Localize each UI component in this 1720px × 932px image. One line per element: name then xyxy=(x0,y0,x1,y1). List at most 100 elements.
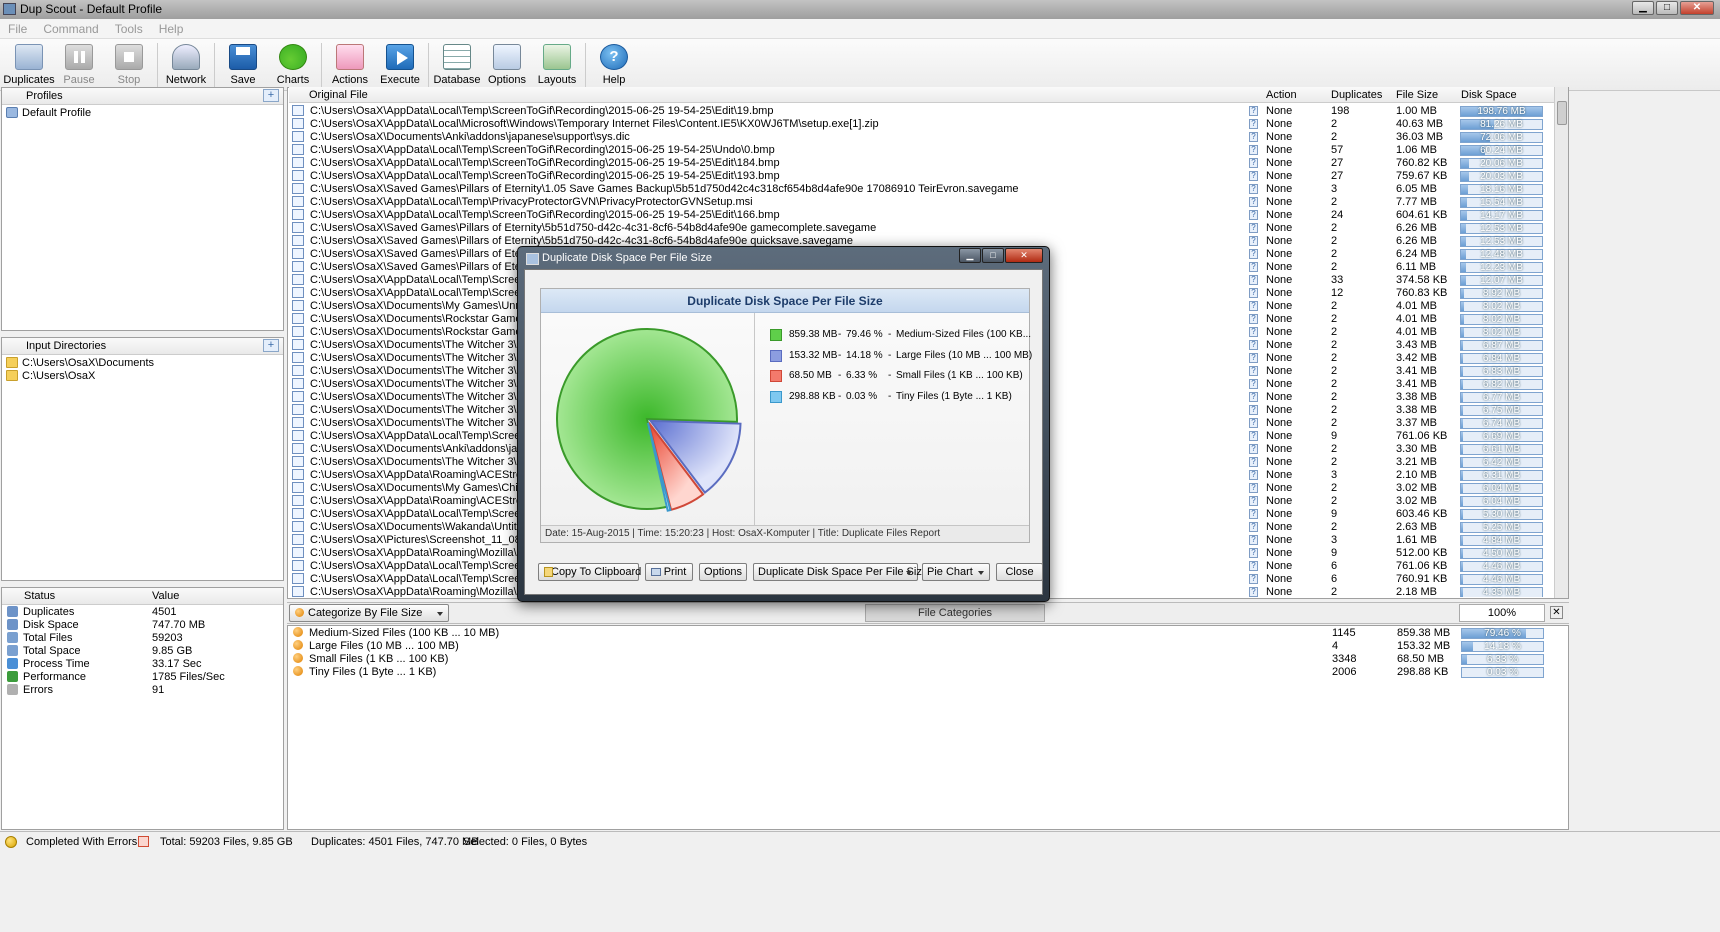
status-row[interactable]: Total Files 59203 xyxy=(2,632,283,645)
action-help-icon[interactable]: ? xyxy=(1249,184,1258,194)
action-help-icon[interactable]: ? xyxy=(1249,223,1258,233)
percent-filter[interactable]: 100% xyxy=(1459,604,1545,622)
action-help-icon[interactable]: ? xyxy=(1249,496,1258,506)
action-help-icon[interactable]: ? xyxy=(1249,314,1258,324)
file-action[interactable]: None xyxy=(1266,118,1292,131)
stop-button[interactable]: Stop xyxy=(104,39,154,91)
maximize-button[interactable]: □ xyxy=(1656,1,1678,15)
status-column-header[interactable]: Status xyxy=(24,588,55,604)
minimize-button[interactable]: ▁ xyxy=(1632,1,1654,15)
file-action[interactable]: None xyxy=(1266,144,1292,157)
file-action[interactable]: None xyxy=(1266,586,1292,597)
menu-tools[interactable]: Tools xyxy=(107,19,151,38)
file-action[interactable]: None xyxy=(1266,456,1292,469)
action-help-icon[interactable]: ? xyxy=(1249,132,1258,142)
options-button[interactable]: Options xyxy=(482,39,532,91)
profile-item[interactable]: Default Profile xyxy=(6,107,283,120)
file-action[interactable]: None xyxy=(1266,183,1292,196)
file-action[interactable]: None xyxy=(1266,352,1292,365)
original-file-column-header[interactable]: Original File xyxy=(309,89,368,101)
file-row[interactable]: C:\Users\OsaX\AppData\Local\Temp\Privacy… xyxy=(289,196,1554,209)
action-help-icon[interactable]: ? xyxy=(1249,509,1258,519)
action-help-icon[interactable]: ? xyxy=(1249,561,1258,571)
duplicates-column-header[interactable]: Duplicates xyxy=(1331,89,1382,101)
file-row[interactable]: C:\Users\OsaX\AppData\Local\Temp\ScreenT… xyxy=(289,157,1554,170)
category-row[interactable]: Large Files (10 MB ... 100 MB) 4 153.32 MB… xyxy=(288,640,1568,653)
action-help-icon[interactable]: ? xyxy=(1249,535,1258,545)
file-action[interactable]: None xyxy=(1266,469,1292,482)
file-row[interactable]: C:\Users\OsaX\Saved Games\Pillars of Ete… xyxy=(289,222,1554,235)
error-log-icon[interactable] xyxy=(138,836,149,847)
action-help-icon[interactable]: ? xyxy=(1249,483,1258,493)
file-action[interactable]: None xyxy=(1266,313,1292,326)
file-action[interactable]: None xyxy=(1266,573,1292,586)
category-row[interactable]: Medium-Sized Files (100 KB ... 10 MB) 114… xyxy=(288,627,1568,640)
file-action[interactable]: None xyxy=(1266,209,1292,222)
file-row[interactable]: C:\Users\OsaX\AppData\Local\Temp\ScreenT… xyxy=(289,144,1554,157)
menu-file[interactable]: File xyxy=(0,19,35,38)
action-help-icon[interactable]: ? xyxy=(1249,418,1258,428)
file-row[interactable]: C:\Users\OsaX\AppData\Local\Temp\ScreenT… xyxy=(289,170,1554,183)
action-help-icon[interactable]: ? xyxy=(1249,288,1258,298)
file-row[interactable]: C:\Users\OsaX\AppData\Local\Temp\ScreenT… xyxy=(289,209,1554,222)
action-help-icon[interactable]: ? xyxy=(1249,431,1258,441)
close-categories-button[interactable]: ✕ xyxy=(1550,606,1563,619)
file-action[interactable]: None xyxy=(1266,534,1292,547)
action-help-icon[interactable]: ? xyxy=(1249,210,1258,220)
directory-item[interactable]: C:\Users\OsaX\Documents xyxy=(6,357,283,370)
pause-button[interactable]: Pause xyxy=(54,39,104,91)
action-help-icon[interactable]: ? xyxy=(1249,379,1258,389)
help-button[interactable]: ? Help xyxy=(589,39,639,91)
action-help-icon[interactable]: ? xyxy=(1249,249,1258,259)
file-action[interactable]: None xyxy=(1266,482,1292,495)
file-action[interactable]: None xyxy=(1266,430,1292,443)
report-type-select[interactable]: Duplicate Disk Space Per File Size xyxy=(753,563,928,581)
file-action[interactable]: None xyxy=(1266,105,1292,118)
charts-button[interactable]: Charts xyxy=(268,39,318,91)
copy-to-clipboard-button[interactable]: Copy To Clipboard xyxy=(538,563,641,581)
action-help-icon[interactable]: ? xyxy=(1249,106,1258,116)
dialog-maximize-button[interactable]: □ xyxy=(982,248,1004,263)
file-action[interactable]: None xyxy=(1266,248,1292,261)
file-action[interactable]: None xyxy=(1266,560,1292,573)
status-row[interactable]: Disk Space 747.70 MB xyxy=(2,619,283,632)
database-button[interactable]: Database xyxy=(432,39,482,91)
execute-button[interactable]: Execute xyxy=(375,39,425,91)
disk-space-column-header[interactable]: Disk Space xyxy=(1461,89,1517,101)
menu-command[interactable]: Command xyxy=(35,19,106,38)
file-list-scrollbar[interactable] xyxy=(1554,87,1568,598)
dialog-options-button[interactable]: Options xyxy=(699,563,747,581)
add-directory-button[interactable]: + xyxy=(263,339,279,352)
file-action[interactable]: None xyxy=(1266,274,1292,287)
action-help-icon[interactable]: ? xyxy=(1249,470,1258,480)
add-profile-button[interactable]: + xyxy=(263,89,279,102)
file-action[interactable]: None xyxy=(1266,170,1292,183)
action-help-icon[interactable]: ? xyxy=(1249,392,1258,402)
action-help-icon[interactable]: ? xyxy=(1249,158,1258,168)
action-help-icon[interactable]: ? xyxy=(1249,236,1258,246)
close-window-button[interactable]: ✕ xyxy=(1680,1,1714,15)
status-row[interactable]: Duplicates 4501 xyxy=(2,606,283,619)
file-size-column-header[interactable]: File Size xyxy=(1396,89,1438,101)
status-row[interactable]: Errors 91 xyxy=(2,684,283,697)
action-help-icon[interactable]: ? xyxy=(1249,340,1258,350)
dialog-close-x-button[interactable]: ✕ xyxy=(1005,248,1043,263)
action-help-icon[interactable]: ? xyxy=(1249,522,1258,532)
network-button[interactable]: Network xyxy=(161,39,211,91)
file-row[interactable]: C:\Users\OsaX\AppData\Local\Microsoft\Wi… xyxy=(289,118,1554,131)
file-action[interactable]: None xyxy=(1266,235,1292,248)
print-button[interactable]: Print xyxy=(645,563,693,581)
action-help-icon[interactable]: ? xyxy=(1249,587,1258,597)
action-help-icon[interactable]: ? xyxy=(1249,262,1258,272)
status-row[interactable]: Performance 1785 Files/Sec xyxy=(2,671,283,684)
file-action[interactable]: None xyxy=(1266,261,1292,274)
action-help-icon[interactable]: ? xyxy=(1249,366,1258,376)
layouts-button[interactable]: Layouts xyxy=(532,39,582,91)
chart-type-select[interactable]: Pie Chart xyxy=(922,563,990,581)
action-help-icon[interactable]: ? xyxy=(1249,275,1258,285)
file-action[interactable]: None xyxy=(1266,521,1292,534)
value-column-header[interactable]: Value xyxy=(152,588,179,604)
action-help-icon[interactable]: ? xyxy=(1249,405,1258,415)
file-action[interactable]: None xyxy=(1266,508,1292,521)
file-row[interactable]: C:\Users\OsaX\AppData\Local\Temp\ScreenT… xyxy=(289,105,1554,118)
